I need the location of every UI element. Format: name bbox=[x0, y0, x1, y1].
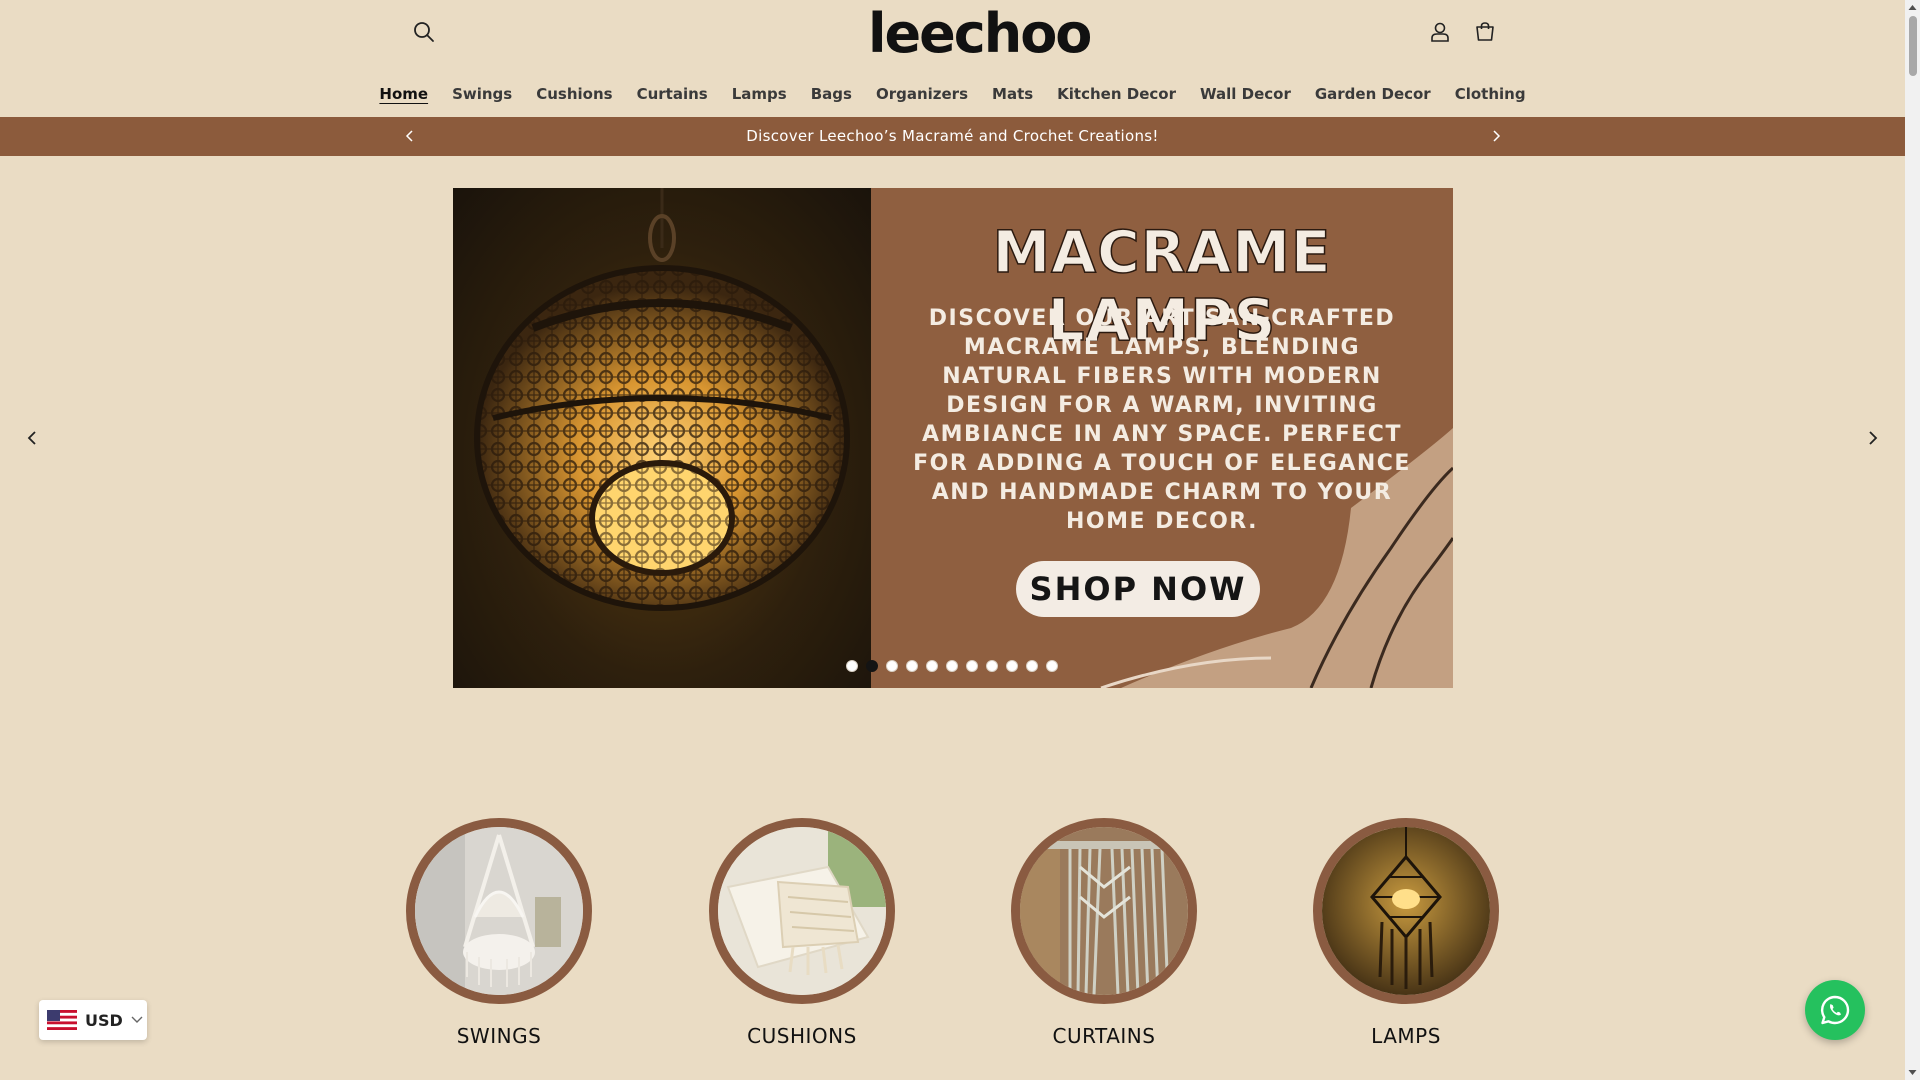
slide-dot[interactable] bbox=[846, 660, 858, 672]
nav-item-garden-decor[interactable]: Garden Decor bbox=[1303, 82, 1443, 106]
currency-code: USD bbox=[85, 1010, 123, 1030]
site-logo[interactable]: leechoo bbox=[868, 2, 1092, 66]
slide-dot[interactable] bbox=[886, 660, 898, 672]
slide-dot[interactable] bbox=[1006, 660, 1018, 672]
nav-item-home[interactable]: Home bbox=[367, 82, 440, 106]
user-icon bbox=[1431, 22, 1449, 42]
nav-item-bags[interactable]: Bags bbox=[799, 82, 864, 106]
category-label: CURTAINS bbox=[1052, 1024, 1156, 1048]
main-navigation: Home Swings Cushions Curtains Lamps Bags… bbox=[0, 82, 1905, 106]
us-flag-icon bbox=[47, 1010, 77, 1030]
chevron-down-icon bbox=[131, 1016, 143, 1023]
scrollbar-thumb[interactable] bbox=[1909, 16, 1917, 76]
category-card-swings[interactable]: SWINGS bbox=[406, 818, 592, 1048]
whatsapp-icon bbox=[1820, 995, 1850, 1025]
hero-banner[interactable]: MACRAME LAMPS DISCOVER OUR ARTISAN-CRAFT… bbox=[453, 188, 1453, 688]
lamp-illustration bbox=[474, 188, 850, 611]
macrame-lamp-photo bbox=[453, 188, 871, 688]
hanging-lamp-illustration bbox=[1322, 827, 1490, 995]
chevron-left-icon bbox=[27, 431, 36, 445]
nav-item-lamps[interactable]: Lamps bbox=[720, 82, 799, 106]
search-icon bbox=[414, 22, 434, 42]
nav-item-wall-decor[interactable]: Wall Decor bbox=[1188, 82, 1303, 106]
nav-item-organizers[interactable]: Organizers bbox=[864, 82, 980, 106]
shop-now-button[interactable]: SHOP NOW bbox=[1016, 561, 1260, 617]
category-label: CUSHIONS bbox=[747, 1024, 857, 1048]
cart-button[interactable] bbox=[1467, 14, 1503, 50]
slide-dot[interactable] bbox=[986, 660, 998, 672]
category-card-curtains[interactable]: CURTAINS bbox=[1011, 818, 1197, 1048]
nav-item-mats[interactable]: Mats bbox=[980, 82, 1045, 106]
category-card-lamps[interactable]: LAMPS bbox=[1313, 818, 1499, 1048]
search-button[interactable] bbox=[406, 14, 442, 50]
chevron-right-icon bbox=[1493, 130, 1501, 142]
chevron-right-icon bbox=[1869, 431, 1878, 445]
slideshow-prev-button[interactable] bbox=[19, 425, 45, 451]
slide-dot[interactable] bbox=[906, 660, 918, 672]
slide-dot[interactable] bbox=[1046, 660, 1058, 672]
announcement-next-button[interactable] bbox=[1486, 126, 1506, 146]
nav-item-swings[interactable]: Swings bbox=[440, 82, 524, 106]
cushion-illustration bbox=[718, 827, 886, 995]
banner-description: DISCOVER OUR ARTISAN-CRAFTED MACRAME LAM… bbox=[913, 306, 1411, 534]
slide-dot[interactable] bbox=[866, 660, 878, 672]
banner-text-panel: MACRAME LAMPS DISCOVER OUR ARTISAN-CRAFT… bbox=[871, 188, 1453, 688]
scroll-up-arrow-icon[interactable] bbox=[1908, 3, 1917, 12]
slide-dot[interactable] bbox=[1026, 660, 1038, 672]
curtain-illustration bbox=[1020, 827, 1188, 995]
slide-dot[interactable] bbox=[966, 660, 978, 672]
nav-item-kitchen-decor[interactable]: Kitchen Decor bbox=[1045, 82, 1188, 106]
nav-item-curtains[interactable]: Curtains bbox=[625, 82, 720, 106]
whatsapp-chat-button[interactable] bbox=[1805, 980, 1865, 1040]
slideshow-next-button[interactable] bbox=[1860, 425, 1886, 451]
curtains-image bbox=[1011, 818, 1197, 1004]
account-button[interactable] bbox=[1422, 14, 1458, 50]
slideshow-dots bbox=[846, 660, 1058, 672]
scroll-down-arrow-icon[interactable] bbox=[1908, 1068, 1917, 1077]
slide-dot[interactable] bbox=[926, 660, 938, 672]
swings-image bbox=[406, 818, 592, 1004]
site-header: leechoo Home Swings Cushions Curtains La… bbox=[0, 0, 1905, 117]
currency-selector[interactable]: USD bbox=[39, 1000, 147, 1040]
cart-icon bbox=[1476, 22, 1494, 41]
nav-item-cushions[interactable]: Cushions bbox=[524, 82, 624, 106]
swing-chair-illustration bbox=[415, 827, 583, 995]
category-label: SWINGS bbox=[456, 1024, 542, 1048]
page-scrollbar[interactable] bbox=[1905, 0, 1920, 1080]
cushions-image bbox=[709, 818, 895, 1004]
announcement-bar: Discover Leechoo’s Macramé and Crochet C… bbox=[0, 117, 1905, 156]
announcement-text: Discover Leechoo’s Macramé and Crochet C… bbox=[746, 127, 1159, 145]
category-card-cushions[interactable]: CUSHIONS bbox=[709, 818, 895, 1048]
nav-item-clothing[interactable]: Clothing bbox=[1443, 82, 1538, 106]
category-label: LAMPS bbox=[1371, 1024, 1441, 1048]
slide-dot[interactable] bbox=[946, 660, 958, 672]
lamps-image bbox=[1313, 818, 1499, 1004]
